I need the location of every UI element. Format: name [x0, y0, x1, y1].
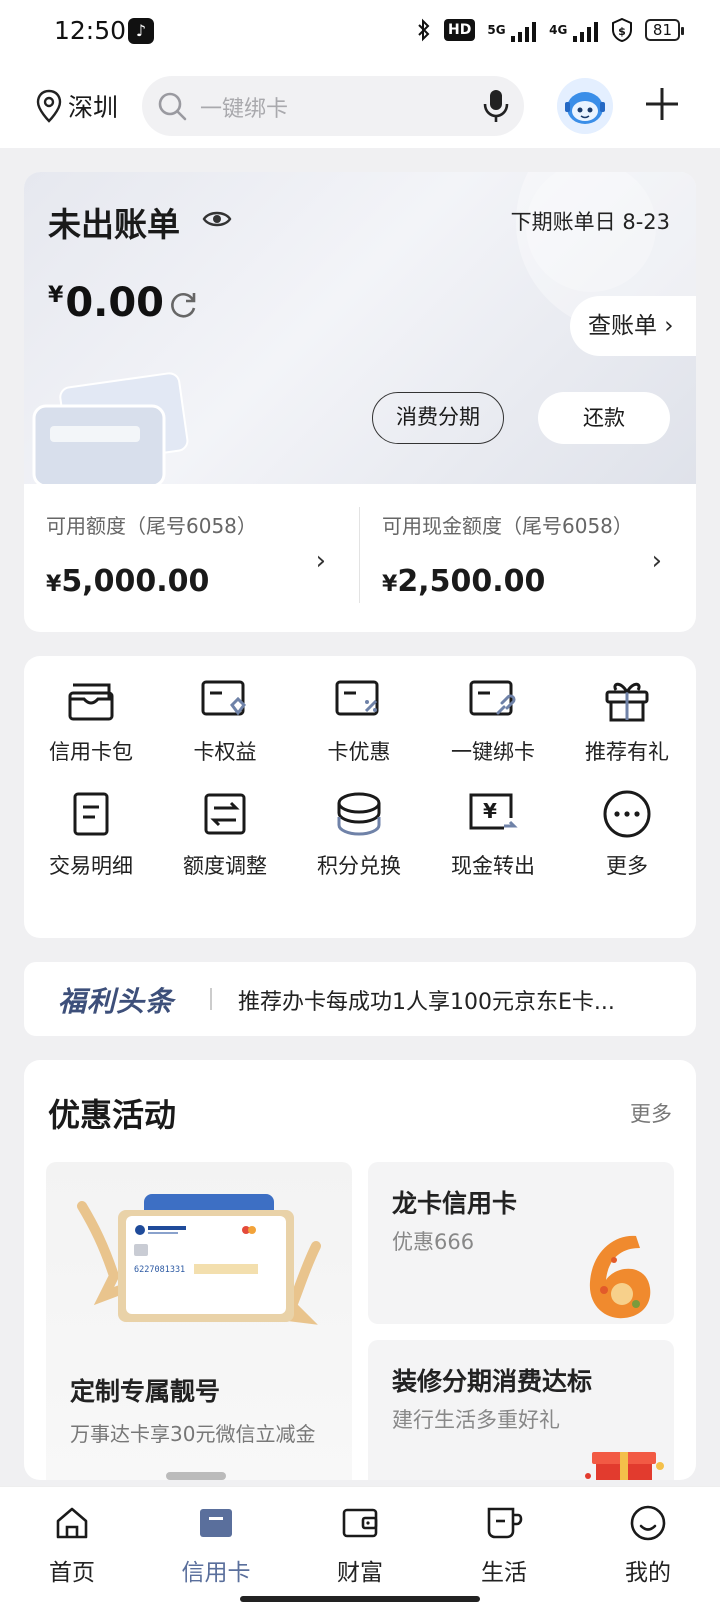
promotions-title: 优惠活动: [48, 1096, 177, 1134]
card-wallet-icon: [24, 674, 158, 726]
tab-life[interactable]: 生活: [432, 1501, 576, 1587]
service-card-benefit[interactable]: 卡权益: [158, 674, 292, 766]
smile-icon: [576, 1501, 720, 1545]
promo-subtitle: 建行生活多重好礼: [392, 1408, 560, 1432]
service-cash-transfer[interactable]: ¥ 现金转出: [426, 788, 560, 880]
services-grid: 信用卡包 卡权益 卡优惠 一键绑卡 推荐有礼 交易明细 额度调整 积分兑换 ¥ …: [24, 656, 696, 938]
promo-card-custom-number[interactable]: 6227081331 定制专属靓号 万事达卡享30元微信立减金: [46, 1162, 352, 1480]
signal-4g-icon: 4G: [549, 18, 599, 42]
promotions-more-link[interactable]: 更多: [630, 1098, 672, 1128]
search-input[interactable]: 一键绑卡: [142, 76, 524, 136]
location-selector[interactable]: 深圳: [36, 88, 118, 124]
card-benefit-icon: [158, 674, 292, 726]
tab-wealth[interactable]: 财富: [288, 1501, 432, 1587]
wallet-icon: [288, 1501, 432, 1545]
scroll-handle: [166, 1472, 226, 1480]
promo-title: 龙卡信用卡: [392, 1189, 518, 1218]
divider: [210, 988, 212, 1010]
card-discount-icon: [292, 674, 426, 726]
tab-mine[interactable]: 我的: [576, 1501, 720, 1587]
tab-credit-card[interactable]: 信用卡: [144, 1501, 288, 1587]
service-points-exchange[interactable]: 积分兑换: [292, 788, 426, 880]
check-bill-button[interactable]: 查账单 ›: [570, 296, 696, 356]
card-illustration: [24, 370, 224, 488]
search-icon: [156, 90, 188, 126]
unbilled-amount: ¥0.00: [48, 280, 165, 326]
service-card-bind[interactable]: 一键绑卡: [426, 674, 560, 766]
tab-home[interactable]: 首页: [0, 1501, 144, 1587]
next-bill-date: 下期账单日 8-23: [510, 210, 670, 234]
headline-text: 推荐办卡每成功1人享100元京东E卡...: [238, 990, 615, 1015]
promo-title: 装修分期消费达标: [392, 1367, 593, 1396]
credit-card-icon: [144, 1501, 288, 1545]
service-limit-adjust[interactable]: 额度调整: [158, 788, 292, 880]
location-label: 深圳: [68, 93, 119, 122]
promotions-section: 优惠活动 更多 6227081331 定制专属靓号 万事达卡享30元微信立减金 …: [24, 1060, 696, 1480]
status-bar: 12:50 ♪ HD 5G 4G $ 81: [0, 0, 720, 66]
chevron-right-icon: ›: [315, 546, 326, 576]
svg-text:$: $: [618, 25, 626, 38]
chevron-right-icon: ›: [651, 546, 662, 576]
signal-5g-icon: 5G: [487, 18, 537, 42]
promo-subtitle: 优惠666: [392, 1230, 475, 1254]
assistant-avatar[interactable]: [557, 78, 613, 134]
gift-box-illustration: [585, 1452, 664, 1480]
welfare-headline-banner[interactable]: 福利头条 推荐办卡每成功1人享100元京东E卡...: [24, 962, 696, 1036]
bill-card: 未出账单 下期账单日 8-23 ¥0.00 查账单 › 消费分期 还款 可用额度…: [24, 172, 696, 632]
battery-indicator: 81: [644, 19, 685, 41]
home-icon: [0, 1501, 144, 1545]
bill-summary: 未出账单 下期账单日 8-23 ¥0.00 查账单 › 消费分期 还款: [24, 172, 696, 488]
cash-limit-label: 可用现金额度（尾号6058）: [382, 514, 633, 538]
cup-icon: [432, 1501, 576, 1545]
promo-card-decoration-installment[interactable]: 装修分期消费达标 建行生活多重好礼: [368, 1340, 674, 1480]
card-bind-icon: [426, 674, 560, 726]
microphone-icon[interactable]: [482, 88, 510, 128]
number-six-illustration: [589, 1235, 651, 1319]
refresh-icon[interactable]: [166, 288, 200, 326]
svg-text:6227081331: 6227081331: [134, 1265, 185, 1275]
top-header: 深圳 一键绑卡: [0, 66, 720, 148]
search-placeholder: 一键绑卡: [200, 97, 289, 122]
installment-button[interactable]: 消费分期: [372, 392, 504, 444]
unbilled-title: 未出账单: [48, 205, 180, 244]
cash-limit-value: ¥2,500.00: [382, 564, 546, 599]
promo-card-dragon-card[interactable]: 龙卡信用卡 优惠666: [368, 1162, 674, 1324]
bluetooth-icon: [416, 18, 432, 42]
add-plus-icon[interactable]: [644, 86, 680, 126]
location-pin-icon: [36, 89, 62, 123]
service-refer-gift[interactable]: 推荐有礼: [560, 674, 694, 766]
home-indicator[interactable]: [240, 1596, 480, 1602]
promo-title: 定制专属靓号: [70, 1377, 221, 1406]
more-dots-icon: [560, 788, 694, 840]
credit-limit-value: ¥5,000.00: [46, 564, 210, 599]
headline-tag: 福利头条: [58, 985, 175, 1018]
svg-text:¥: ¥: [483, 799, 497, 823]
transaction-detail-icon: [24, 788, 158, 840]
shield-dollar-icon: $: [611, 17, 633, 43]
cash-transfer-icon: ¥: [426, 788, 560, 840]
service-transaction-detail[interactable]: 交易明细: [24, 788, 158, 880]
gift-icon: [560, 674, 694, 726]
credit-limit-label: 可用额度（尾号6058）: [46, 514, 257, 538]
hd-icon: HD: [444, 19, 476, 41]
points-coins-icon: [292, 788, 426, 840]
bottom-tab-bar: 首页 信用卡 财富 生活 我的: [0, 1486, 720, 1612]
credit-limit-block[interactable]: 可用额度（尾号6058） ¥5,000.00 ›: [24, 484, 360, 632]
repay-button[interactable]: 还款: [538, 392, 670, 444]
service-card-discount[interactable]: 卡优惠: [292, 674, 426, 766]
promo-subtitle: 万事达卡享30元微信立减金: [70, 1422, 316, 1446]
eye-visibility-icon[interactable]: [202, 208, 232, 234]
status-time: 12:50: [54, 16, 127, 45]
cash-limit-block[interactable]: 可用现金额度（尾号6058） ¥2,500.00 ›: [360, 484, 696, 632]
limit-adjust-icon: [158, 788, 292, 840]
gold-card-illustration: 6227081331: [77, 1194, 321, 1325]
service-card-wallet[interactable]: 信用卡包: [24, 674, 158, 766]
service-more[interactable]: 更多: [560, 788, 694, 880]
tiktok-notification-icon: ♪: [128, 18, 154, 44]
